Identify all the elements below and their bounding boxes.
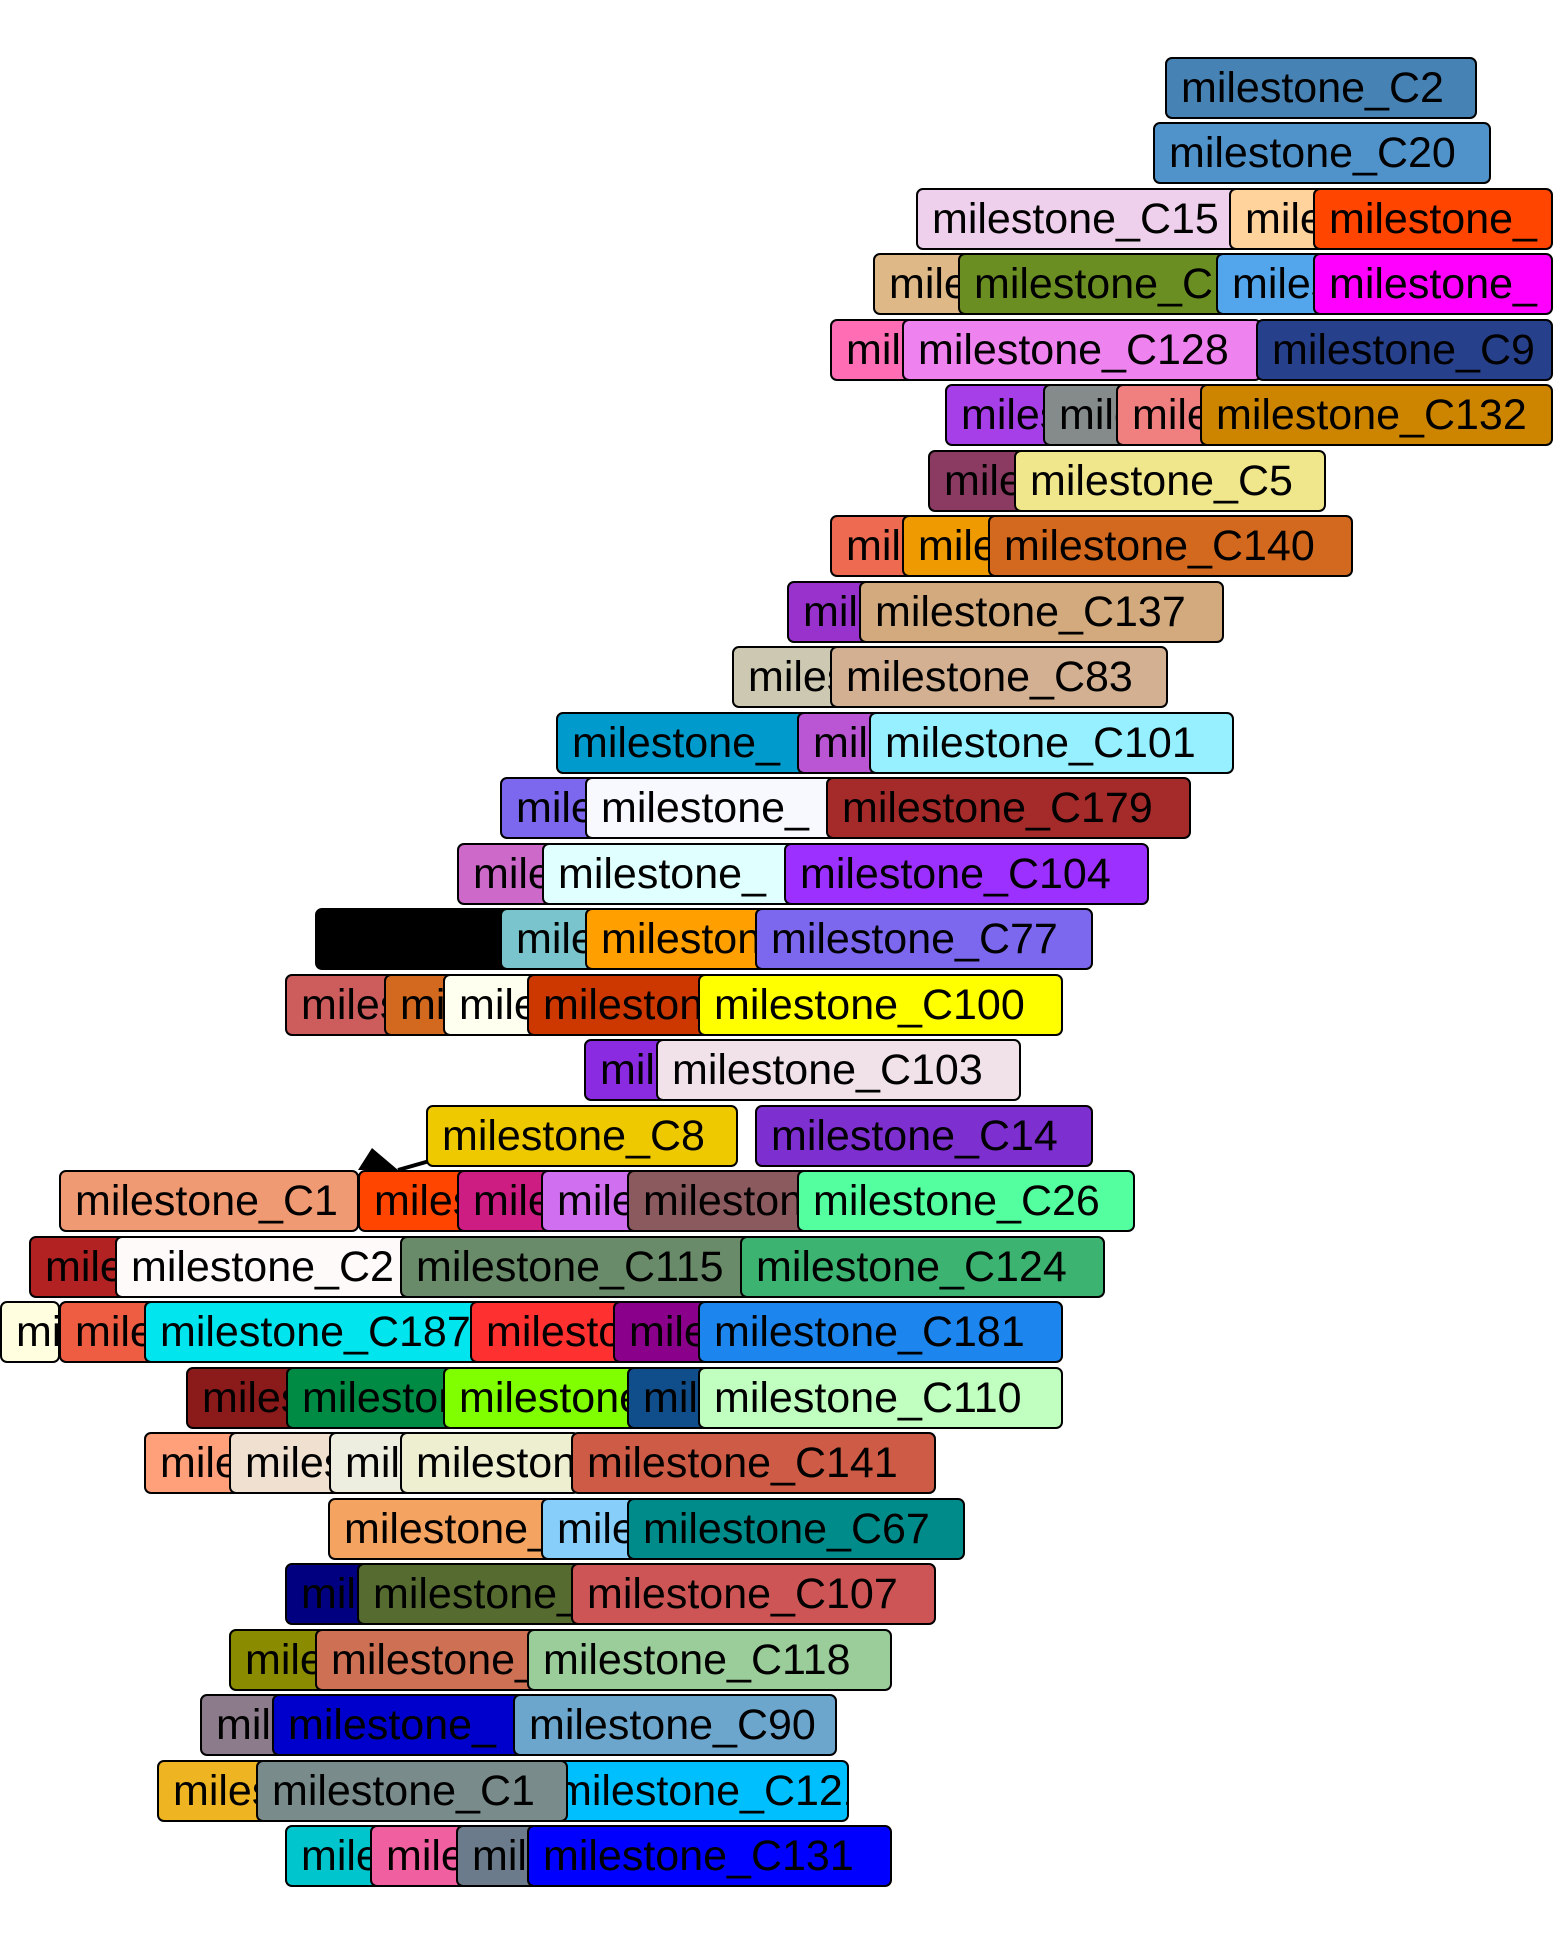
milestone-label: milestone_C110 (698, 1367, 1063, 1429)
milestone-label: milestone_C141 (571, 1432, 936, 1494)
milestone-label: milestone_ (1313, 188, 1553, 250)
milestone-label: milestone_C2 (115, 1236, 415, 1298)
milestone-label: milestone_ (1313, 253, 1553, 315)
milestone-label: milestone_C121 (540, 1760, 849, 1822)
milestone-label: milestone_C137 (859, 581, 1224, 643)
milestone-label: milestone_C107 (571, 1563, 936, 1625)
milestone-label: milestone_C1 (256, 1760, 568, 1822)
milestone-label: milestone_C67 (627, 1498, 965, 1560)
milestone-label: milestone_C9 (1256, 319, 1553, 381)
milestone-label: milestone_C179 (826, 777, 1191, 839)
milestone-label: milestone_C128 (902, 319, 1262, 381)
milestone-label: milestone_C2 (1165, 57, 1477, 119)
milestone-label: milestone_C132 (1200, 384, 1553, 446)
label-diagram: milestone_C2 milestone_C20 milestone_C15 mi… (0, 0, 1553, 1946)
milestone-label: milestone_C83 (830, 646, 1168, 708)
milestone-label: milestone_C118 (527, 1629, 892, 1691)
milestone-label: milestone_C1 (59, 1170, 359, 1232)
connector-arrow (358, 1148, 398, 1170)
milestone-label: milestone_C20 (1153, 122, 1491, 184)
milestone-label: milestone_C101 (869, 712, 1234, 774)
milestone-label: milestone_C5 (1014, 450, 1326, 512)
milestone-label: milestone_C26 (797, 1170, 1135, 1232)
milestone-label: milestone_C90 (513, 1694, 837, 1756)
milestone-label: milestone_C15 (916, 188, 1256, 250)
milestone-label: milestone_C100 (698, 974, 1063, 1036)
milestone-label: milestone_C140 (988, 515, 1353, 577)
milestone-label: milestone_C115 (400, 1236, 755, 1298)
milestone-label: milestone_ (400, 1432, 580, 1494)
milestone-label: milestone_ (0, 1301, 60, 1363)
milestone-label: milestone_C14 (755, 1105, 1093, 1167)
milestone-label: milestone_C103 (656, 1039, 1021, 1101)
milestone-label: milestone_C181 (698, 1301, 1063, 1363)
milestone-label: milestone_C77 (755, 908, 1093, 970)
milestone-label: milestone_C131 (527, 1825, 892, 1887)
milestone-label: milestone_C187 (144, 1301, 508, 1363)
milestone-label: milestone_C124 (740, 1236, 1105, 1298)
milestone-label: milestone_C104 (784, 843, 1149, 905)
milestone-label: milestone_C8 (426, 1105, 738, 1167)
